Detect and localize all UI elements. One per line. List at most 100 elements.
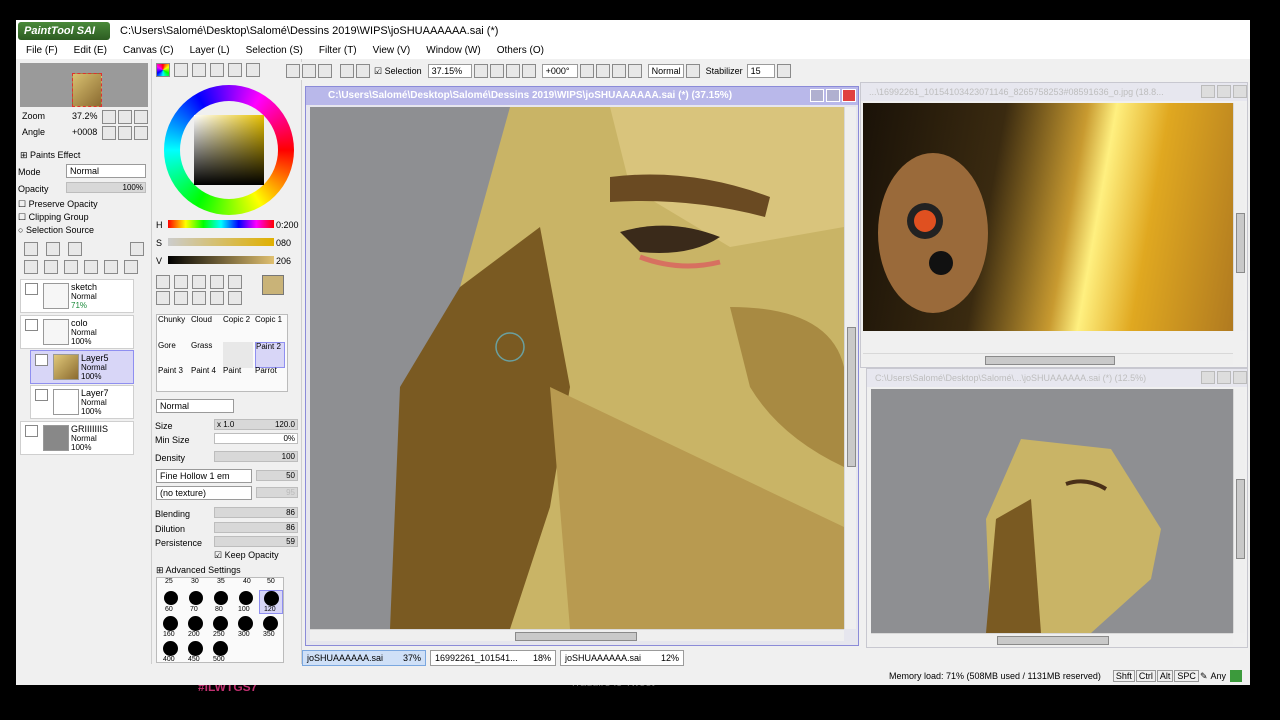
lasso-icon[interactable] xyxy=(174,275,188,289)
layer-item-sketch[interactable]: sketch Normal 71% xyxy=(20,279,134,313)
rotate-reset-button[interactable] xyxy=(134,126,148,140)
brush-paint[interactable]: Paint xyxy=(223,367,253,393)
overview-hscroll[interactable] xyxy=(871,633,1233,645)
merge-down-icon[interactable] xyxy=(44,260,58,274)
menu-window[interactable]: Window (W) xyxy=(426,45,480,56)
size-preset-400[interactable]: 400 xyxy=(159,640,183,664)
zoom-minus-icon[interactable] xyxy=(489,64,504,78)
s-slider[interactable] xyxy=(168,238,274,246)
minimize-icon[interactable] xyxy=(1201,85,1215,98)
stabilizer-dropdown-icon[interactable] xyxy=(776,64,791,78)
maximize-icon[interactable] xyxy=(826,89,840,102)
shape-strength-slider[interactable]: 50 xyxy=(256,470,298,481)
size-preset-250[interactable]: 250 xyxy=(209,615,233,639)
menu-others[interactable]: Others (O) xyxy=(497,45,544,56)
rgb-slider-tab-icon[interactable] xyxy=(174,63,188,77)
size-preset-500[interactable]: 500 xyxy=(209,640,233,664)
flip-icon[interactable] xyxy=(685,64,700,78)
canvas-overview[interactable] xyxy=(871,389,1233,633)
layer-item-griiiiiiis[interactable]: GRIIIIIIIS Normal 100% xyxy=(20,421,134,455)
visibility-eye-icon[interactable] xyxy=(35,354,48,366)
menu-file[interactable]: File (F) xyxy=(26,45,58,56)
visibility-eye-icon[interactable] xyxy=(35,389,48,401)
transfer-down-icon[interactable] xyxy=(24,260,38,274)
apply-mask-icon[interactable] xyxy=(104,260,118,274)
canvas-artwork[interactable] xyxy=(310,107,844,629)
size-preset-160[interactable]: 160 xyxy=(159,615,183,639)
menu-canvas[interactable]: Canvas (C) xyxy=(123,45,174,56)
mask-icon[interactable] xyxy=(130,242,144,256)
zoom-reset-button[interactable] xyxy=(134,110,148,124)
zoom-dropdown-icon[interactable] xyxy=(473,64,488,78)
brush-copic2[interactable]: Copic 2 xyxy=(223,316,253,342)
rect-select-icon[interactable] xyxy=(156,275,170,289)
tab-reference-18[interactable]: 16992261_101541... 18% xyxy=(430,650,556,666)
brush-gore[interactable]: Gore xyxy=(158,342,188,368)
menu-selection[interactable]: Selection (S) xyxy=(246,45,303,56)
swatches-tab-icon[interactable] xyxy=(210,63,224,77)
canvas-vscroll[interactable] xyxy=(844,107,856,629)
brush-cloud[interactable]: Cloud xyxy=(191,316,221,342)
hand-icon[interactable] xyxy=(210,291,224,305)
minimize-icon[interactable] xyxy=(810,89,824,102)
brush-paint2[interactable]: Paint 2 xyxy=(255,342,285,368)
angle-field[interactable]: +000° xyxy=(541,64,578,78)
paints-effect-header[interactable]: ⊞ Paints Effect xyxy=(20,150,80,161)
scratchpad-tab-icon[interactable] xyxy=(228,63,242,77)
menu-view[interactable]: View (V) xyxy=(373,45,411,56)
texture-strength-slider[interactable]: 95 xyxy=(256,487,298,498)
v-slider[interactable] xyxy=(168,256,274,264)
new-linework-icon[interactable] xyxy=(46,242,60,256)
color-wheel-tab-icon[interactable] xyxy=(156,63,170,77)
invert-selection-icon[interactable] xyxy=(356,64,370,78)
reference-photo[interactable] xyxy=(863,103,1233,331)
zoom-fit-icon[interactable] xyxy=(521,64,536,78)
selection-source-checkbox[interactable]: ○ Selection Source xyxy=(18,225,94,235)
minimize-icon[interactable] xyxy=(1201,371,1215,384)
zoom-in-button[interactable] xyxy=(118,110,132,124)
layer-item-layer5[interactable]: Layer5 Normal 100% xyxy=(30,350,134,384)
brush-parrot[interactable]: Parrot xyxy=(255,367,285,393)
delete-mask-icon[interactable] xyxy=(124,260,138,274)
hsv-slider-tab-icon[interactable] xyxy=(192,63,206,77)
brush-copic1[interactable]: Copic 1 xyxy=(255,316,285,342)
clear-layer-icon[interactable] xyxy=(64,260,78,274)
tab-joshua-12[interactable]: joSHUAAAAAA.sai 12% xyxy=(560,650,684,666)
selection-checkbox[interactable]: ☑ Selection xyxy=(374,66,422,77)
size-preset-200[interactable]: 200 xyxy=(184,615,208,639)
density-slider[interactable]: 100 xyxy=(214,451,298,462)
texture-select[interactable]: (no texture) xyxy=(156,486,252,500)
view-mode-field[interactable]: Normal xyxy=(647,64,684,78)
menu-filter[interactable]: Filter (T) xyxy=(319,45,357,56)
canvas-hscroll[interactable] xyxy=(310,629,844,641)
mode-select[interactable]: Normal xyxy=(66,164,146,178)
maximize-icon[interactable] xyxy=(1217,85,1231,98)
stabilizer-field[interactable]: 15 xyxy=(746,64,775,78)
zoom-out-button[interactable] xyxy=(102,110,116,124)
brush-chunky[interactable]: Chunky xyxy=(158,316,188,342)
blend-mode-select[interactable]: Normal xyxy=(156,399,234,413)
reference-vscroll[interactable] xyxy=(1233,103,1245,331)
undo-icon[interactable] xyxy=(302,64,316,78)
blending-slider[interactable]: 86 xyxy=(214,507,298,518)
navigator-preview[interactable] xyxy=(20,63,148,107)
delete-layer-icon[interactable] xyxy=(84,260,98,274)
reference-hscroll[interactable] xyxy=(863,353,1233,365)
color-square[interactable] xyxy=(194,115,264,185)
size-preset-80[interactable]: 80 xyxy=(209,590,233,614)
zoom-plus-icon[interactable] xyxy=(505,64,520,78)
rotate-tool-icon[interactable] xyxy=(192,291,206,305)
maximize-icon[interactable] xyxy=(1217,371,1231,384)
user-colors-tab-icon[interactable] xyxy=(246,63,260,77)
preserve-opacity-checkbox[interactable]: ☐ Preserve Opacity xyxy=(18,199,98,210)
tab-joshua-37[interactable]: joSHUAAAAAA.sai 37% xyxy=(302,650,426,666)
visibility-eye-icon[interactable] xyxy=(25,283,38,295)
move-icon[interactable] xyxy=(156,291,170,305)
size-preset-60[interactable]: 60 xyxy=(159,590,183,614)
size-preset-70[interactable]: 70 xyxy=(184,590,208,614)
persistence-slider[interactable]: 59 xyxy=(214,536,298,547)
layer-item-layer7[interactable]: Layer7 Normal 100% xyxy=(30,385,134,419)
new-folder-icon[interactable] xyxy=(68,242,82,256)
close-icon[interactable] xyxy=(842,89,856,102)
advanced-settings-toggle[interactable]: ⊞ Advanced Settings xyxy=(156,565,241,576)
